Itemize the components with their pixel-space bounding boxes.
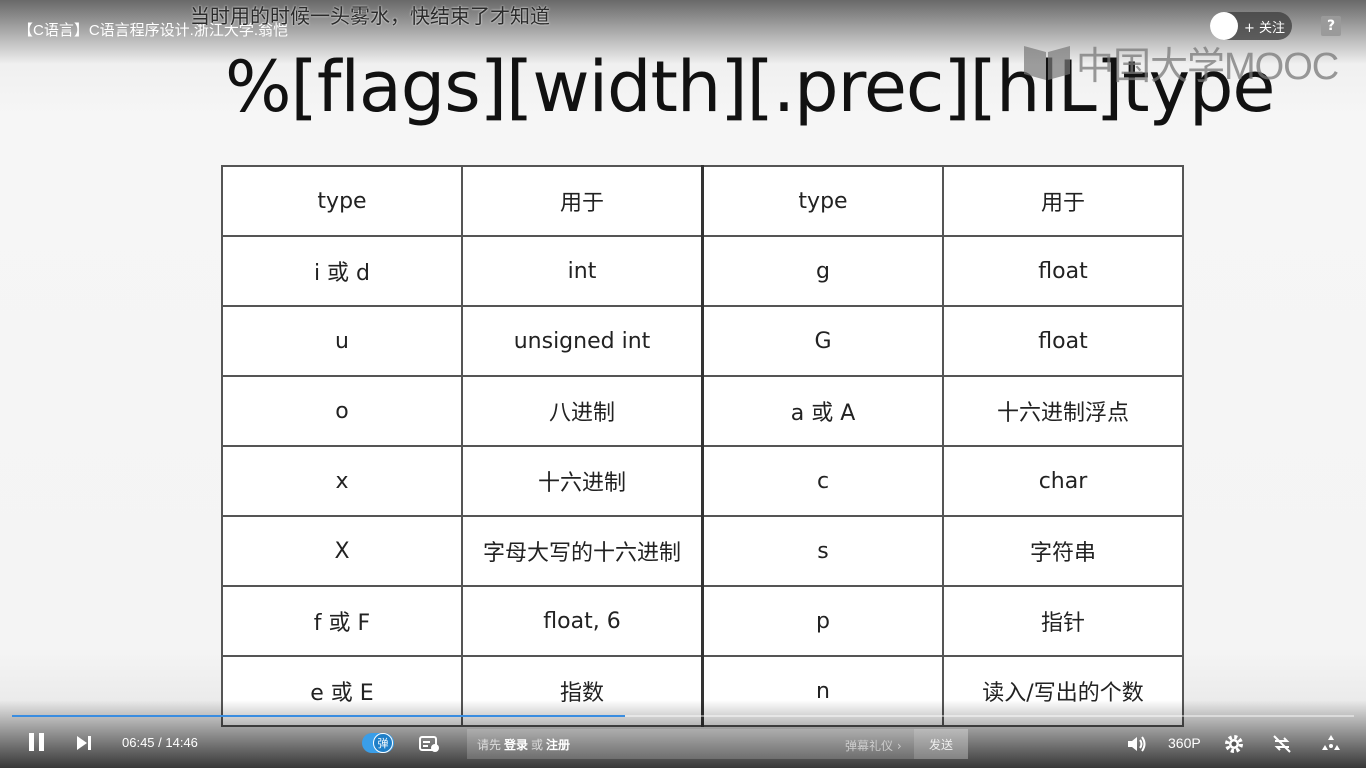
table-cell: 十六进制 (461, 445, 704, 517)
gear-icon[interactable] (1223, 733, 1245, 755)
table-cell: char (942, 445, 1184, 517)
table-cell: u (221, 305, 463, 377)
table-cell: c (701, 445, 944, 517)
table-row: o 八进制 a 或 A 十六进制浮点 (221, 375, 1184, 447)
fullscreen-icon[interactable] (1320, 733, 1342, 755)
table-row: i 或 d int g float (221, 235, 1184, 307)
table-row: f 或 Ffloat, 6 p 指针 (221, 585, 1184, 657)
next-icon[interactable] (74, 733, 94, 753)
danmaku-etiquette-link[interactable]: 弹幕礼仪 › (845, 737, 902, 754)
table-cell: f 或 F (221, 585, 463, 657)
table-cell: s (701, 515, 944, 587)
danmaku-toggle[interactable]: 弹 (362, 733, 394, 753)
pause-icon (28, 733, 34, 751)
danmaku-comment: 当时用的时候一头雾水，快结束了才知道 (190, 4, 550, 28)
table-row: u unsigned int Gfloat (221, 305, 1184, 377)
table-cell: unsigned int (461, 305, 704, 377)
quality-selector[interactable]: 360P (1168, 735, 1201, 751)
table-cell: float, 6 (461, 585, 704, 657)
table-cell: G (701, 305, 944, 377)
mooc-logo: 中国大学MOOC (1022, 40, 1339, 88)
table-cell: g (701, 235, 944, 307)
follow-label: + 关注 (1244, 20, 1286, 36)
table-cell: a 或 A (701, 375, 944, 447)
register-link[interactable]: 注册 (546, 736, 570, 753)
table-header-row: type 用于 type 用于 (221, 165, 1184, 237)
table-cell: X (221, 515, 463, 587)
logo-text: 中国大学MOOC (1076, 45, 1339, 88)
table-cell: int (461, 235, 704, 307)
danmaku-toggle-label: 弹 (373, 733, 393, 753)
book-logo-icon (1024, 46, 1070, 80)
table-cell: 十六进制浮点 (942, 375, 1184, 447)
login-link[interactable]: 登录 (504, 736, 528, 753)
loop-off-icon[interactable] (1271, 733, 1293, 755)
format-type-table: type 用于 type 用于 i 或 d int g float u unsigned int G… (221, 165, 1184, 727)
send-button[interactable]: 发送 (914, 729, 968, 759)
table-cell: 字母大写的十六进制 (461, 515, 704, 587)
table-row: x 十六进制 c char (221, 445, 1184, 517)
time-display: 06:45 / 14:46 (122, 735, 198, 750)
progress-bar[interactable] (12, 715, 1354, 717)
table-cell: 字符串 (942, 515, 1184, 587)
volume-icon[interactable] (1126, 734, 1148, 754)
table-cell: 八进制 (461, 375, 704, 447)
table-cell: 指针 (942, 585, 1184, 657)
table-cell: x (221, 445, 463, 517)
table-cell: o (221, 375, 463, 447)
table-cell: p (701, 585, 944, 657)
table-row: X 字母大写的十六进制 s 字符串 (221, 515, 1184, 587)
table-cell: 用于 (942, 165, 1184, 237)
table-cell: type (221, 165, 463, 237)
table-cell: type (701, 165, 944, 237)
table-cell: 用于 (461, 165, 704, 237)
table-cell: float (942, 305, 1184, 377)
help-icon[interactable]: ? (1321, 16, 1341, 36)
danmaku-settings-icon[interactable] (419, 735, 441, 753)
progress-fill (12, 715, 626, 717)
table-cell: i 或 d (221, 235, 463, 307)
pause-button[interactable] (26, 733, 46, 753)
table-cell: float (942, 235, 1184, 307)
